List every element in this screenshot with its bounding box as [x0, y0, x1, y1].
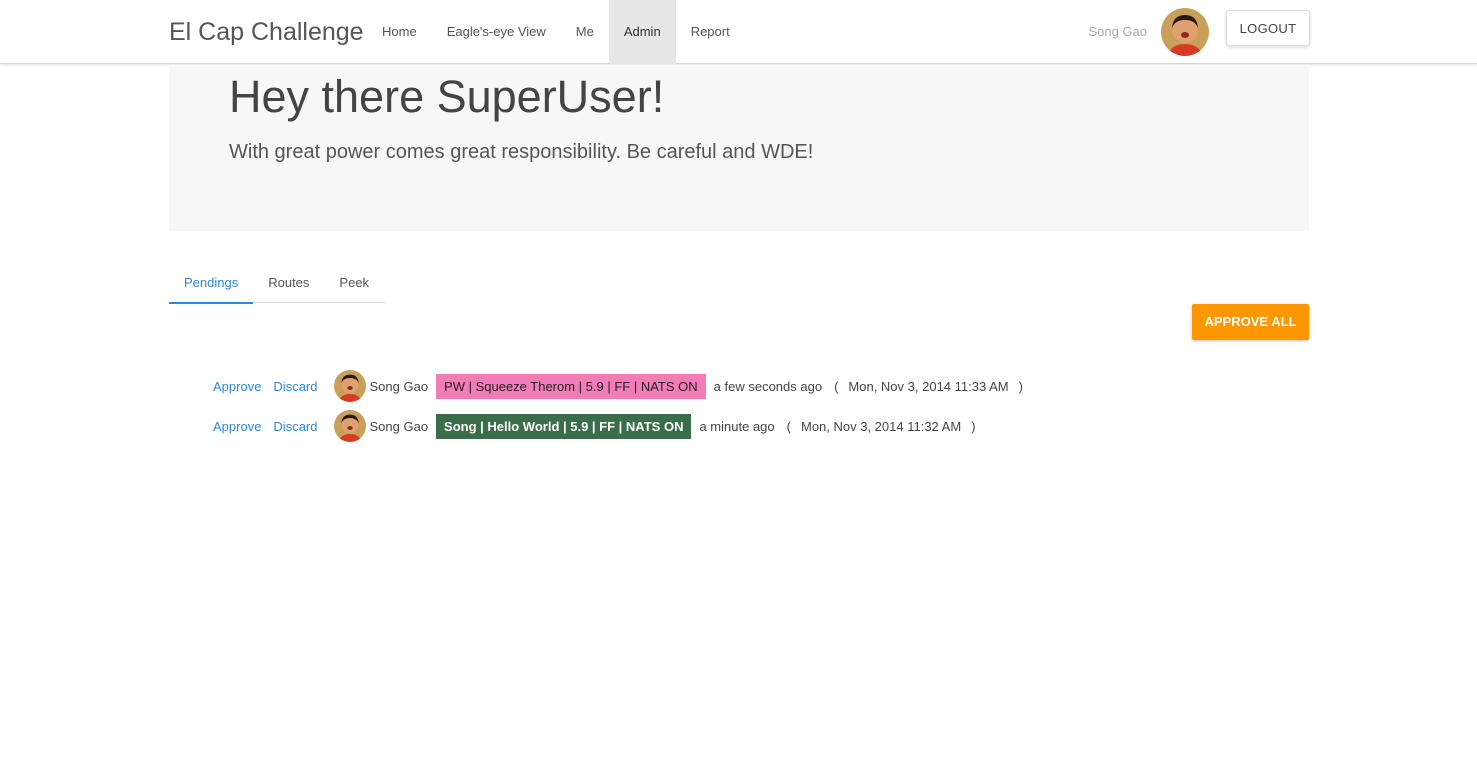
hero-banner: Hey there SuperUser! With great power co… — [169, 65, 1309, 231]
top-navbar: El Cap Challenge Home Eagle's-eye View M… — [0, 0, 1477, 64]
approve-all-button[interactable]: APPROVE ALL — [1192, 304, 1309, 340]
nav-item-home[interactable]: Home — [367, 0, 432, 64]
close-paren: ) — [971, 418, 976, 434]
avatar — [333, 370, 366, 402]
submitter-name: Song Gao — [369, 378, 429, 394]
page-title: Hey there SuperUser! — [229, 71, 665, 122]
nav-item-admin[interactable]: Admin — [608, 0, 676, 64]
main-nav: Home Eagle's-eye View Me Admin Report — [367, 0, 745, 64]
approve-link[interactable]: Approve — [213, 419, 261, 434]
nav-item-me[interactable]: Me — [561, 0, 609, 64]
approve-link[interactable]: Approve — [213, 379, 261, 394]
discard-link[interactable]: Discard — [273, 379, 317, 394]
admin-tabs: Pendings Routes Peek — [169, 263, 386, 304]
app-title[interactable]: El Cap Challenge — [169, 17, 364, 47]
close-paren: ) — [1018, 378, 1023, 394]
route-tag: PW | Squeeze Therom | 5.9 | FF | NATS ON — [436, 373, 706, 399]
pending-row: Approve Discard Song Gao Song | Hello Wo… — [213, 410, 976, 442]
open-paren: ( — [786, 418, 791, 434]
avatar-image — [333, 410, 366, 442]
nav-item-eagles-eye-view[interactable]: Eagle's-eye View — [432, 0, 561, 64]
tab-routes[interactable]: Routes — [253, 263, 324, 302]
page-subtitle: With great power comes great responsibil… — [229, 141, 814, 163]
route-tag: Song | Hello World | 5.9 | FF | NATS ON — [436, 413, 692, 439]
discard-link[interactable]: Discard — [273, 419, 317, 434]
pending-row: Approve Discard Song Gao PW | Squeeze Th… — [213, 370, 1023, 402]
timestamp: Mon, Nov 3, 2014 11:32 AM — [800, 418, 962, 434]
nav-item-report[interactable]: Report — [676, 0, 745, 64]
tab-peek[interactable]: Peek — [324, 263, 384, 302]
submitter-name: Song Gao — [369, 418, 429, 434]
avatar-image — [333, 370, 366, 402]
open-paren: ( — [834, 378, 839, 394]
timestamp: Mon, Nov 3, 2014 11:33 AM — [848, 378, 1009, 394]
relative-time: a few seconds ago — [713, 378, 823, 394]
logout-button[interactable]: LOGOUT — [1226, 10, 1310, 46]
user-avatar[interactable] — [1161, 8, 1209, 56]
tab-pendings[interactable]: Pendings — [169, 263, 254, 304]
avatar-image — [1161, 8, 1209, 56]
current-user-name: Song Gao — [1088, 24, 1147, 39]
relative-time: a minute ago — [699, 418, 775, 434]
avatar — [333, 410, 366, 442]
